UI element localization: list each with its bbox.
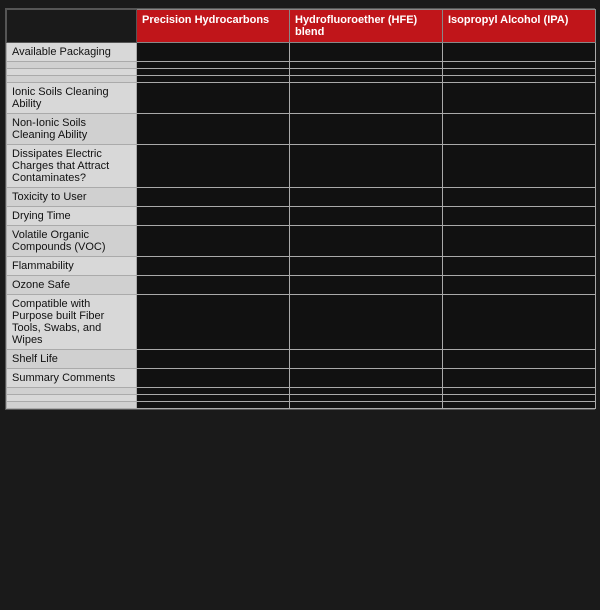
cell-hfe xyxy=(290,188,443,207)
row-label: Ozone Safe xyxy=(7,276,137,295)
table-row: Drying Time xyxy=(7,207,596,226)
header-hfe: Hydrofluoroether (HFE) blend xyxy=(290,10,443,43)
table-row xyxy=(7,388,596,395)
row-label: Available Packaging xyxy=(7,43,137,62)
cell-ipa xyxy=(443,114,596,145)
cell-hfe xyxy=(290,295,443,350)
cell-ipa xyxy=(443,188,596,207)
cell-precision xyxy=(137,83,290,114)
cell-hfe xyxy=(290,207,443,226)
cell-ipa xyxy=(443,226,596,257)
table-row: Flammability xyxy=(7,257,596,276)
cell-precision xyxy=(137,145,290,188)
cell-precision xyxy=(137,114,290,145)
cell-precision xyxy=(137,69,290,76)
cell-ipa xyxy=(443,145,596,188)
cell-ipa xyxy=(443,257,596,276)
cell-ipa xyxy=(443,76,596,83)
cell-precision xyxy=(137,226,290,257)
cell-hfe xyxy=(290,145,443,188)
table-row xyxy=(7,69,596,76)
cell-precision xyxy=(137,257,290,276)
cell-hfe xyxy=(290,395,443,402)
cell-precision xyxy=(137,207,290,226)
cell-ipa xyxy=(443,350,596,369)
row-label xyxy=(7,395,137,402)
row-label: Summary Comments xyxy=(7,369,137,388)
cell-ipa xyxy=(443,69,596,76)
table-row: Ozone Safe xyxy=(7,276,596,295)
table-row xyxy=(7,76,596,83)
row-label xyxy=(7,402,137,409)
cell-hfe xyxy=(290,114,443,145)
table-row xyxy=(7,395,596,402)
cell-hfe xyxy=(290,76,443,83)
row-label xyxy=(7,62,137,69)
table-row: Available Packaging xyxy=(7,43,596,62)
cell-precision xyxy=(137,369,290,388)
table-row: Non-Ionic Soils Cleaning Ability xyxy=(7,114,596,145)
cell-precision xyxy=(137,402,290,409)
cell-precision xyxy=(137,276,290,295)
table-row: Compatible with Purpose built Fiber Tool… xyxy=(7,295,596,350)
row-label xyxy=(7,69,137,76)
row-label: Ionic Soils Cleaning Ability xyxy=(7,83,137,114)
cell-hfe xyxy=(290,69,443,76)
cell-ipa xyxy=(443,207,596,226)
cell-hfe xyxy=(290,43,443,62)
cell-hfe xyxy=(290,402,443,409)
cell-ipa xyxy=(443,369,596,388)
row-label: Volatile Organic Compounds (VOC) xyxy=(7,226,137,257)
table-row: Toxicity to User xyxy=(7,188,596,207)
header-precision: Precision Hydrocarbons xyxy=(137,10,290,43)
cell-precision xyxy=(137,395,290,402)
cell-hfe xyxy=(290,226,443,257)
row-label xyxy=(7,388,137,395)
row-label xyxy=(7,76,137,83)
cell-precision xyxy=(137,43,290,62)
table-row: Volatile Organic Compounds (VOC) xyxy=(7,226,596,257)
header-label xyxy=(7,10,137,43)
row-label: Drying Time xyxy=(7,207,137,226)
cell-hfe xyxy=(290,369,443,388)
cell-precision xyxy=(137,62,290,69)
row-label: Dissipates Electric Charges that Attract… xyxy=(7,145,137,188)
cell-ipa xyxy=(443,83,596,114)
cell-ipa xyxy=(443,388,596,395)
table-row: Dissipates Electric Charges that Attract… xyxy=(7,145,596,188)
cell-ipa xyxy=(443,276,596,295)
cell-hfe xyxy=(290,257,443,276)
table-row: Summary Comments xyxy=(7,369,596,388)
cell-hfe xyxy=(290,388,443,395)
row-label: Shelf Life xyxy=(7,350,137,369)
cell-ipa xyxy=(443,62,596,69)
row-label: Compatible with Purpose built Fiber Tool… xyxy=(7,295,137,350)
cell-hfe xyxy=(290,276,443,295)
cell-hfe xyxy=(290,62,443,69)
cell-ipa xyxy=(443,295,596,350)
row-label: Flammability xyxy=(7,257,137,276)
table-row: Ionic Soils Cleaning Ability xyxy=(7,83,596,114)
cell-ipa xyxy=(443,395,596,402)
cell-precision xyxy=(137,388,290,395)
cell-hfe xyxy=(290,83,443,114)
cell-ipa xyxy=(443,43,596,62)
table-row xyxy=(7,402,596,409)
cell-precision xyxy=(137,188,290,207)
cell-precision xyxy=(137,76,290,83)
row-label: Toxicity to User xyxy=(7,188,137,207)
cell-ipa xyxy=(443,402,596,409)
comparison-table: Precision Hydrocarbons Hydrofluoroether … xyxy=(5,8,595,410)
cell-precision xyxy=(137,295,290,350)
table-row xyxy=(7,62,596,69)
cell-precision xyxy=(137,350,290,369)
row-label: Non-Ionic Soils Cleaning Ability xyxy=(7,114,137,145)
table-row: Shelf Life xyxy=(7,350,596,369)
header-ipa: Isopropyl Alcohol (IPA) xyxy=(443,10,596,43)
cell-hfe xyxy=(290,350,443,369)
